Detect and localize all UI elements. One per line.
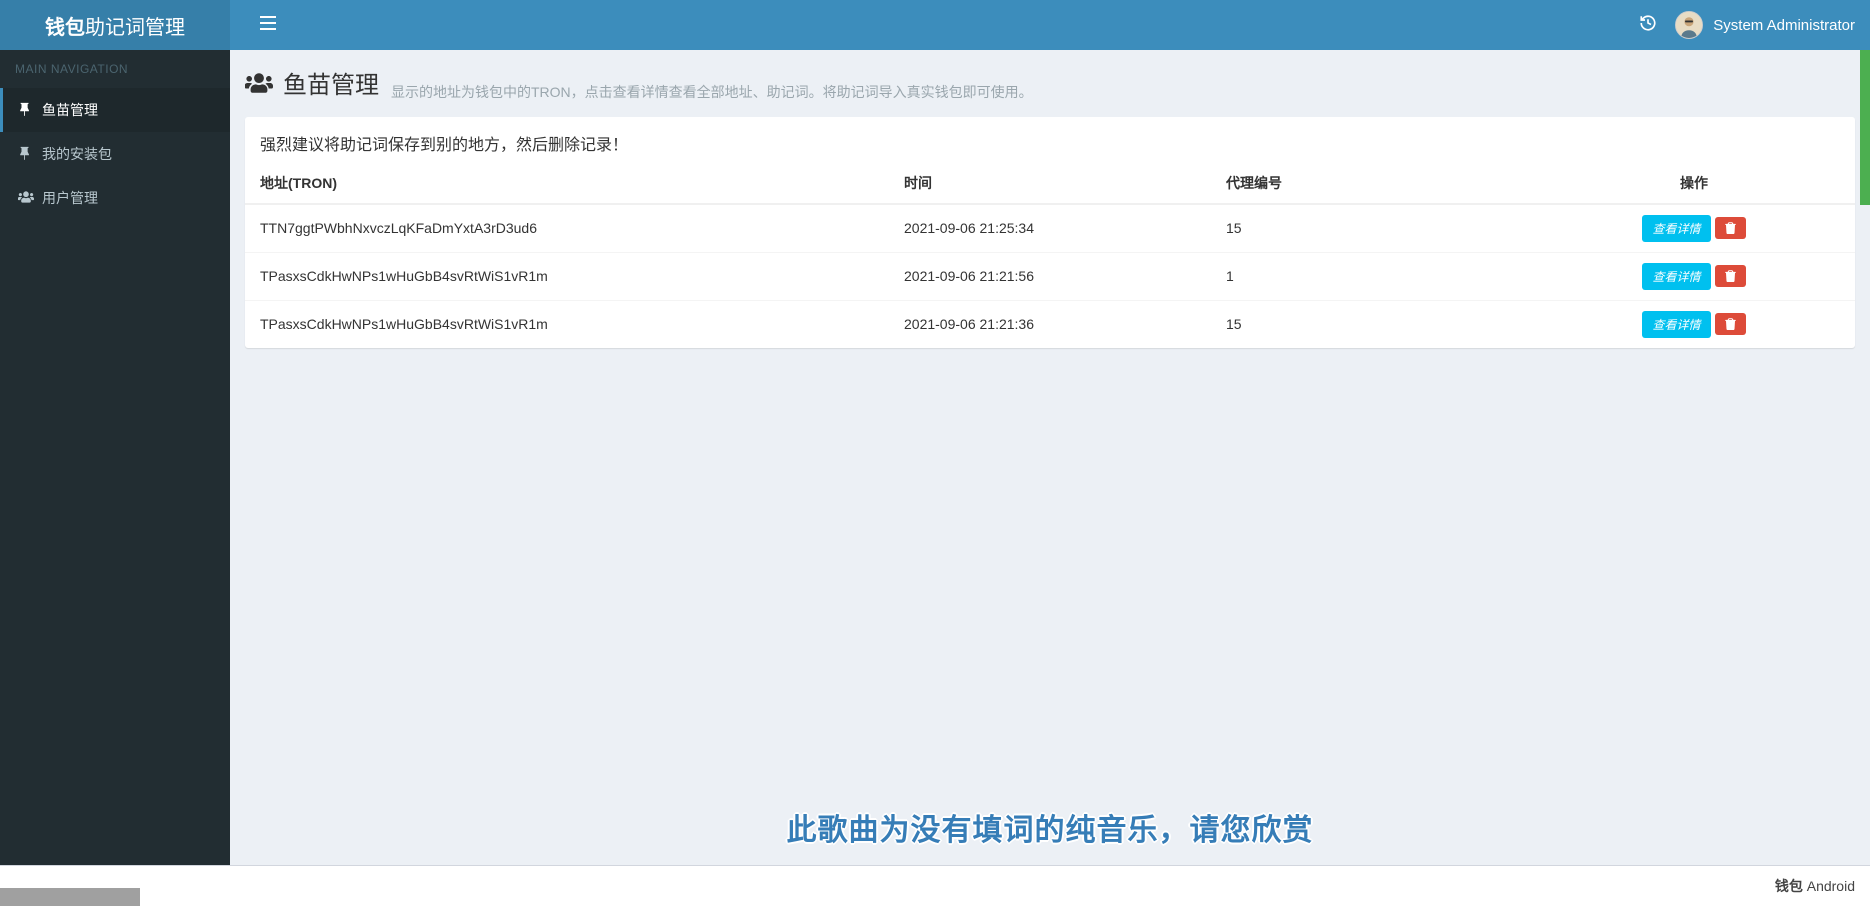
table-row: TTN7ggtPWbhNxvczLqKFaDmYxtA3rD3ud62021-0… — [245, 204, 1855, 253]
sidebar-menu: 鱼苗管理我的安装包用户管理 — [0, 88, 230, 220]
users-icon — [245, 69, 273, 97]
top-header: 钱包助记词管理 System Administrator — [0, 0, 1870, 50]
sidebar-item-2[interactable]: 用户管理 — [0, 176, 230, 220]
view-detail-button[interactable]: 查看详情 — [1642, 215, 1710, 242]
user-menu[interactable]: System Administrator — [1675, 11, 1855, 39]
content-area: 鱼苗管理 显示的地址为钱包中的TRON，点击查看详情查看全部地址、助记词。将助记… — [230, 50, 1870, 865]
cell-agent: 15 — [1211, 300, 1533, 348]
delete-button[interactable] — [1715, 217, 1746, 239]
column-header: 代理编号 — [1211, 163, 1533, 204]
data-table: 地址(TRON)时间代理编号操作 TTN7ggtPWbhNxvczLqKFaDm… — [245, 163, 1855, 348]
footer-rest: Android — [1803, 878, 1855, 894]
footer-bold: 钱包 — [1775, 878, 1803, 894]
sidebar-toggle-button[interactable] — [245, 1, 291, 50]
cell-time: 2021-09-06 21:21:36 — [889, 300, 1211, 348]
sidebar-section-label: MAIN NAVIGATION — [0, 50, 230, 88]
sidebar: MAIN NAVIGATION 鱼苗管理我的安装包用户管理 — [0, 50, 230, 865]
bars-icon — [260, 16, 276, 30]
cell-actions: 查看详情 — [1533, 300, 1855, 348]
brand-rest: 助记词管理 — [85, 17, 185, 39]
page-title: 鱼苗管理 — [245, 65, 379, 100]
history-button[interactable] — [1639, 14, 1657, 37]
cell-address: TTN7ggtPWbhNxvczLqKFaDmYxtA3rD3ud6 — [245, 204, 889, 253]
brand-bold: 钱包 — [45, 17, 85, 39]
cell-address: TPasxsCdkHwNPs1wHuGbB4svRtWiS1vR1m — [245, 252, 889, 300]
page-subtitle: 显示的地址为钱包中的TRON，点击查看详情查看全部地址、助记词。将助记词导入真实… — [391, 82, 1033, 102]
column-header: 操作 — [1533, 163, 1855, 204]
cell-time: 2021-09-06 21:21:56 — [889, 252, 1211, 300]
sidebar-item-label: 鱼苗管理 — [42, 100, 98, 120]
table-row: TPasxsCdkHwNPs1wHuGbB4svRtWiS1vR1m2021-0… — [245, 252, 1855, 300]
content-header: 鱼苗管理 显示的地址为钱包中的TRON，点击查看详情查看全部地址、助记词。将助记… — [245, 65, 1855, 102]
table-header-row: 地址(TRON)时间代理编号操作 — [245, 163, 1855, 204]
pin-icon — [18, 146, 32, 163]
trash-icon — [1725, 318, 1736, 330]
delete-button[interactable] — [1715, 313, 1746, 335]
taskbar-fragment — [0, 888, 140, 906]
cell-agent: 15 — [1211, 204, 1533, 253]
trash-icon — [1725, 222, 1736, 234]
sidebar-item-label: 我的安装包 — [42, 144, 112, 164]
cell-address: TPasxsCdkHwNPs1wHuGbB4svRtWiS1vR1m — [245, 300, 889, 348]
table-row: TPasxsCdkHwNPs1wHuGbB4svRtWiS1vR1m2021-0… — [245, 300, 1855, 348]
avatar — [1675, 11, 1703, 39]
cell-actions: 查看详情 — [1533, 204, 1855, 253]
view-detail-button[interactable]: 查看详情 — [1642, 311, 1710, 338]
delete-button[interactable] — [1715, 265, 1746, 287]
brand-logo[interactable]: 钱包助记词管理 — [0, 0, 230, 50]
navbar: System Administrator — [230, 0, 1870, 50]
notice-text: 强烈建议将助记词保存到别的地方，然后删除记录！ — [245, 117, 1855, 163]
user-name: System Administrator — [1713, 17, 1855, 34]
column-header: 时间 — [889, 163, 1211, 204]
history-icon — [1639, 14, 1657, 32]
view-detail-button[interactable]: 查看详情 — [1642, 263, 1710, 290]
sidebar-item-0[interactable]: 鱼苗管理 — [0, 88, 230, 132]
main-box: 强烈建议将助记词保存到别的地方，然后删除记录！ 地址(TRON)时间代理编号操作… — [245, 117, 1855, 348]
users-icon — [18, 190, 32, 207]
video-subtitle-overlay: 此歌曲为没有填词的纯音乐，请您欣赏 — [787, 805, 1314, 849]
sidebar-item-1[interactable]: 我的安装包 — [0, 132, 230, 176]
sidebar-item-label: 用户管理 — [42, 188, 98, 208]
page-title-text: 鱼苗管理 — [283, 65, 379, 100]
cell-agent: 1 — [1211, 252, 1533, 300]
trash-icon — [1725, 270, 1736, 282]
pin-icon — [18, 102, 32, 119]
column-header: 地址(TRON) — [245, 163, 889, 204]
footer: 钱包 Android — [0, 865, 1870, 906]
cell-time: 2021-09-06 21:25:34 — [889, 204, 1211, 253]
cell-actions: 查看详情 — [1533, 252, 1855, 300]
table-body: TTN7ggtPWbhNxvczLqKFaDmYxtA3rD3ud62021-0… — [245, 204, 1855, 348]
scrollbar-indicator[interactable] — [1860, 50, 1870, 205]
